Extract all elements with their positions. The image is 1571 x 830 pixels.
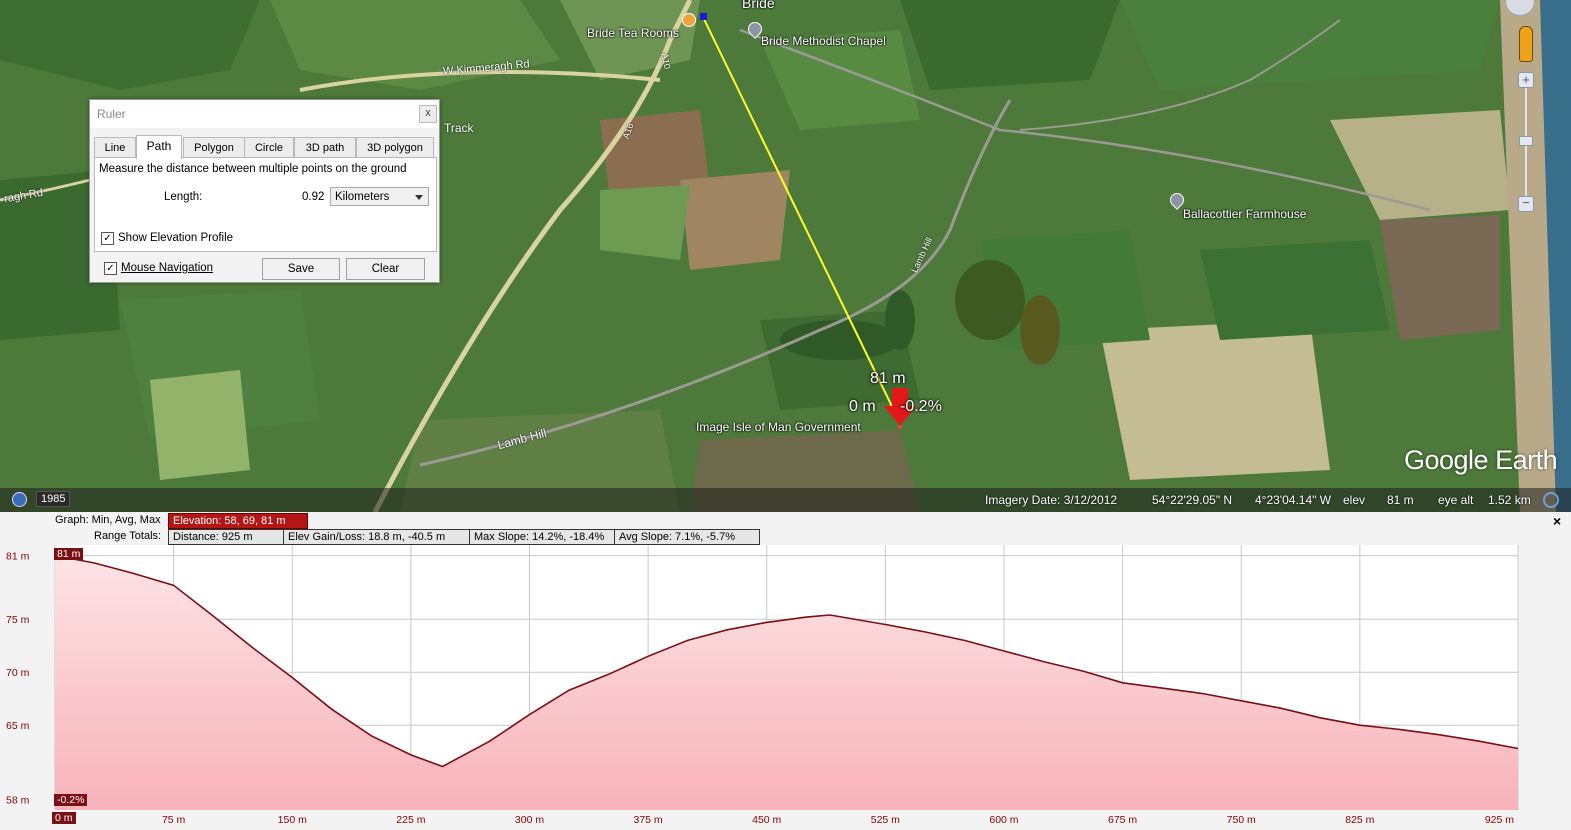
x-tick-label: 300 m — [515, 814, 544, 826]
zoom-in-icon[interactable]: + — [1518, 72, 1534, 88]
graph-mode-label: Graph: Min, Avg, Max — [55, 514, 161, 526]
elevation-label: elev — [1343, 493, 1366, 507]
navigation-controls[interactable]: + − — [1505, 0, 1542, 220]
street-view-pegman-icon[interactable] — [1519, 26, 1533, 62]
chevron-down-icon — [415, 195, 423, 200]
road-label-track: Track — [444, 121, 474, 135]
unit-select[interactable]: Kilometers — [330, 187, 429, 206]
show-elevation-label: Show Elevation Profile — [118, 232, 234, 244]
tab-path[interactable]: Path — [136, 135, 182, 159]
status-bar — [0, 488, 1571, 512]
y-tick-label: 58 m — [6, 794, 30, 806]
path-slope-label: -0.2% — [900, 398, 942, 415]
elevation-readout: 81 m — [1387, 493, 1414, 507]
mouse-navigation-label: Mouse Navigation — [121, 262, 214, 274]
zoom-handle[interactable] — [1519, 136, 1533, 146]
tab-circle[interactable]: Circle — [244, 137, 294, 158]
x-tick-label: 375 m — [634, 814, 663, 826]
unit-select-value: Kilometers — [335, 191, 390, 203]
path-elevation-label: 81 m — [870, 370, 906, 387]
x-tick-label: 825 m — [1345, 814, 1374, 826]
close-icon[interactable]: x — [419, 105, 437, 123]
imagery-year-badge[interactable]: 1985 — [36, 491, 71, 507]
x-tick-label: 150 m — [278, 814, 307, 826]
y-tick-label: 70 m — [6, 667, 30, 679]
clear-button[interactable]: Clear — [346, 258, 425, 280]
ruler-description: Measure the distance between multiple po… — [99, 163, 407, 175]
zoom-slider[interactable]: + − — [1518, 72, 1534, 212]
ruler-tab-panel: Measure the distance between multiple po… — [94, 157, 437, 252]
latitude-readout: 54°22'29.05" N — [1152, 493, 1233, 507]
ruler-dialog: Ruler x Line Path Polygon Circle 3D path… — [89, 99, 440, 283]
elevation-chart[interactable]: 58 m 65 m 70 m 75 m 81 m 75 m 150 m 225 m 300 m… — [0, 540, 1571, 830]
cursor-distance-badge: 0 m — [52, 812, 76, 824]
place-label-bride: Bride — [742, 0, 775, 11]
y-tick-label: 75 m — [6, 614, 30, 626]
cursor-slope-badge: -0.2% — [54, 794, 88, 806]
place-label-chapel[interactable]: Bride Methodist Chapel — [761, 34, 886, 48]
path-distance-label: 0 m — [849, 398, 876, 415]
x-tick-label: 75 m — [162, 814, 186, 826]
x-tick-label: 750 m — [1227, 814, 1256, 826]
eye-altitude-label: eye alt — [1438, 493, 1474, 507]
length-value: 0.92 — [302, 191, 325, 203]
length-label: Length: — [164, 191, 203, 203]
tab-line[interactable]: Line — [94, 137, 136, 158]
x-tick-label: 450 m — [752, 814, 781, 826]
tab-polygon[interactable]: Polygon — [183, 137, 245, 158]
imagery-date: Imagery Date: 3/12/2012 — [985, 493, 1118, 507]
x-tick-label: 925 m — [1485, 814, 1514, 826]
ruler-titlebar[interactable]: Ruler x — [90, 100, 439, 128]
cursor-elevation-badge: 81 m — [54, 548, 84, 560]
y-tick-label: 65 m — [6, 720, 30, 732]
zoom-out-icon[interactable]: − — [1518, 196, 1534, 212]
chart-x-axis: 75 m 150 m 225 m 300 m 375 m 450 m 525 m 600 m 6… — [162, 814, 1514, 826]
x-tick-label: 525 m — [871, 814, 900, 826]
eye-altitude-readout: 1.52 km — [1488, 493, 1531, 507]
google-earth-logo: Google Earth — [1404, 445, 1558, 475]
x-tick-label: 225 m — [396, 814, 425, 826]
y-tick-label: 81 m — [6, 551, 30, 563]
historical-imagery-clock-icon[interactable] — [12, 492, 27, 507]
place-label-farmhouse[interactable]: Ballacottier Farmhouse — [1183, 207, 1306, 221]
loading-spinner-icon — [1543, 492, 1559, 508]
show-elevation-checkbox[interactable]: ✓ — [101, 232, 114, 245]
x-tick-label: 675 m — [1108, 814, 1137, 826]
elevation-stats: Elevation: 58, 69, 81 m — [168, 513, 308, 529]
close-icon[interactable]: × — [1553, 513, 1561, 529]
longitude-readout: 4°23'04.14" W — [1255, 493, 1332, 507]
imagery-attribution: Image Isle of Man Government — [696, 420, 861, 434]
chart-y-axis: 58 m 65 m 70 m 75 m 81 m — [6, 551, 30, 807]
mouse-navigation-checkbox[interactable]: ✓ — [104, 262, 117, 275]
tab-3d-polygon[interactable]: 3D polygon — [356, 137, 434, 158]
food-pin-icon[interactable] — [682, 13, 696, 27]
place-label-tea-rooms[interactable]: Bride Tea Rooms — [587, 26, 679, 40]
save-button[interactable]: Save — [262, 258, 340, 280]
x-tick-label: 600 m — [989, 814, 1018, 826]
ruler-title: Ruler — [97, 107, 126, 121]
tab-3d-path[interactable]: 3D path — [294, 137, 356, 158]
